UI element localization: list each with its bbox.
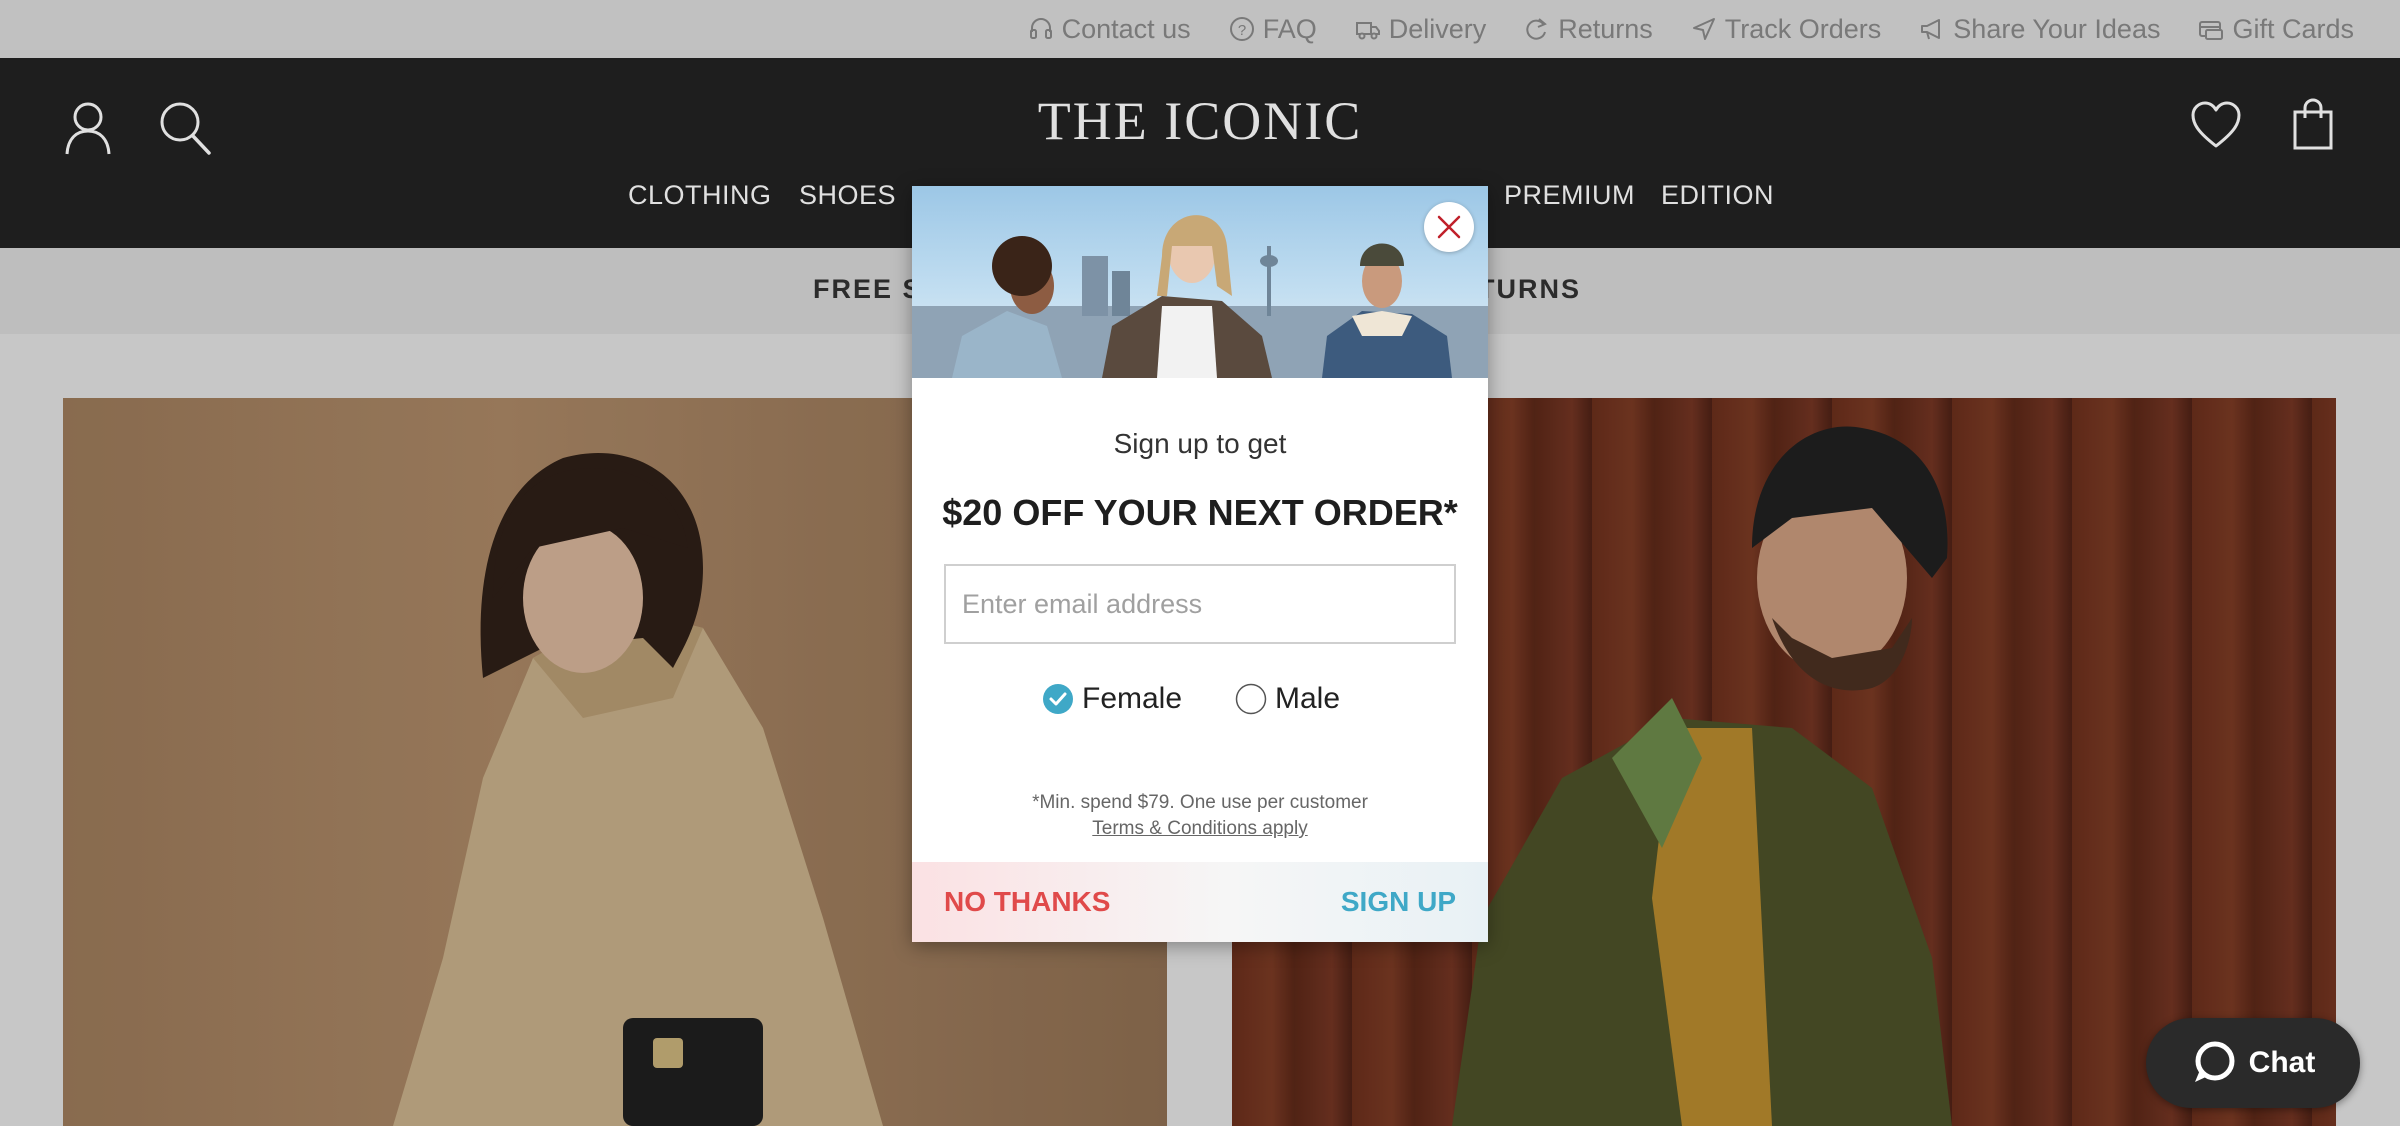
chat-button[interactable]: Chat — [2146, 1018, 2360, 1108]
gender-female-option[interactable]: Female — [1042, 682, 1182, 716]
offer-disclaimer: *Min. spend $79. One use per customer — [1032, 792, 1368, 813]
unchecked-radio-icon — [1235, 683, 1267, 715]
chat-bubble-icon — [2194, 1041, 2235, 1082]
modal-footer: NO THANKS SIGN UP — [912, 862, 1488, 942]
modal-subtitle: Sign up to get — [1113, 428, 1287, 459]
modal-headline: $20 OFF YOUR NEXT ORDER* — [942, 492, 1458, 533]
chat-label: Chat — [2248, 1046, 2316, 1079]
models-city-image — [912, 215, 1488, 378]
close-modal-button[interactable] — [1424, 202, 1474, 252]
gender-male-option[interactable]: Male — [1235, 682, 1340, 716]
sign-up-button[interactable]: SIGN UP — [1341, 886, 1456, 918]
email-field[interactable] — [944, 564, 1456, 644]
close-icon — [1437, 215, 1461, 239]
modal-hero-image — [912, 186, 1488, 378]
signup-modal: Sign up to get $20 OFF YOUR NEXT ORDER* … — [912, 186, 1488, 942]
gender-female-label: Female — [1082, 682, 1183, 715]
checked-radio-icon — [1043, 684, 1073, 714]
terms-link[interactable]: Terms & Conditions apply — [912, 818, 1488, 840]
gender-male-label: Male — [1275, 682, 1341, 715]
no-thanks-button[interactable]: NO THANKS — [944, 886, 1110, 918]
